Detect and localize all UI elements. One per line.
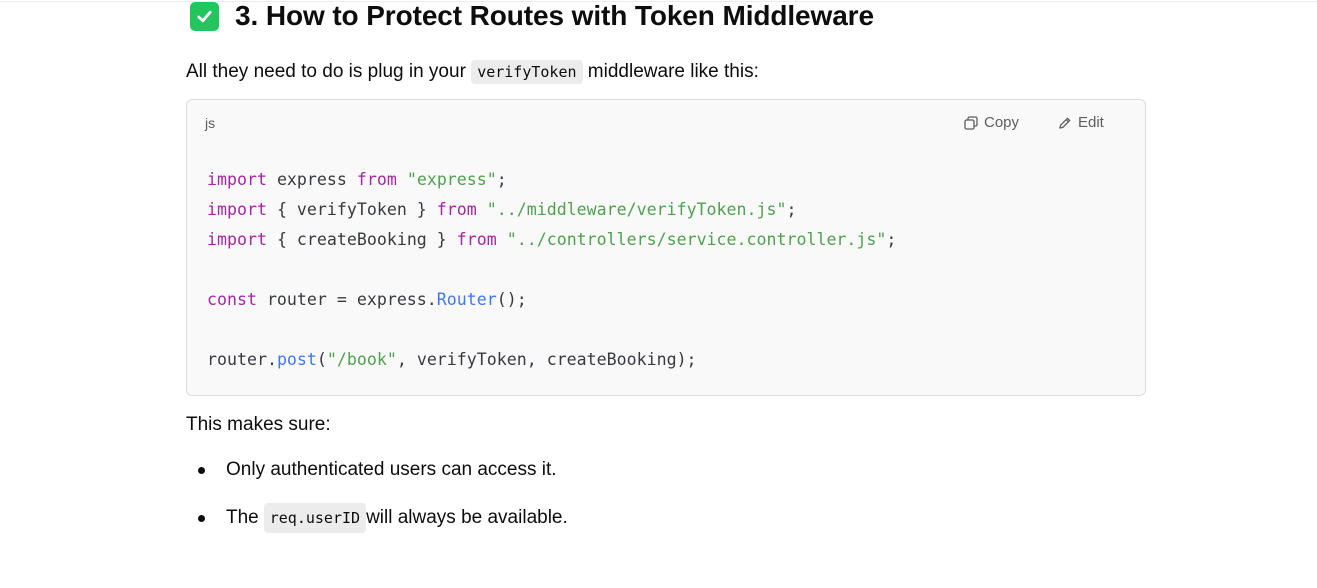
list-item: The req.userID will always be available.: [186, 503, 568, 533]
copy-icon: [964, 115, 978, 130]
copy-button[interactable]: Copy: [964, 114, 1019, 131]
code-token: { verifyToken }: [266, 200, 437, 219]
code-token: router.: [207, 350, 277, 369]
code-token: post: [276, 350, 317, 369]
code-token: "../middleware/verifyToken.js": [486, 200, 787, 219]
code-token: from: [356, 170, 397, 189]
code-token: import: [207, 230, 267, 249]
edit-button[interactable]: Edit: [1058, 114, 1104, 131]
code-token: from: [436, 200, 477, 219]
code-token: import: [207, 200, 267, 219]
inline-code-verifytoken: verifyToken: [471, 60, 583, 84]
intro-text-before: All they need to do is plug in your: [186, 61, 472, 82]
code-token: ();: [496, 290, 527, 309]
code-token: ;: [886, 230, 897, 249]
code-token: (: [316, 350, 327, 369]
code-token: "/book": [326, 350, 397, 369]
code-token: from: [456, 230, 497, 249]
bullet-text-before: The: [226, 507, 259, 528]
code-line: const router = express.Router();: [207, 288, 527, 312]
code-token: import: [207, 170, 267, 189]
code-token: Router: [436, 290, 497, 309]
intro-text-after: middleware like this:: [582, 61, 759, 82]
bullet-icon: [198, 514, 205, 522]
code-token: ;: [496, 170, 507, 189]
bullet-icon: [198, 466, 205, 474]
section-heading-text: 3. How to Protect Routes with Token Midd…: [235, 0, 874, 31]
code-language-label: js: [205, 115, 216, 131]
edit-label: Edit: [1078, 114, 1104, 131]
summary-text: This makes sure:: [186, 414, 331, 435]
code-line: import { verifyToken } from "../middlewa…: [207, 198, 796, 222]
code-token: { createBooking }: [266, 230, 457, 249]
code-token: express: [266, 170, 357, 189]
code-token: const: [207, 290, 257, 309]
code-token: "express": [406, 170, 497, 189]
intro-paragraph: All they need to do is plug in your veri…: [186, 60, 759, 84]
code-token: , verifyToken, createBooking);: [396, 350, 697, 369]
bullet-text-after: will always be available.: [366, 507, 568, 528]
bullet-text: Only authenticated users can access it.: [226, 459, 557, 480]
code-line: import { createBooking } from "../contro…: [207, 228, 896, 252]
code-token: router = express.: [256, 290, 437, 309]
list-item: Only authenticated users can access it.: [186, 458, 557, 482]
code-line: import express from "express";: [207, 168, 507, 192]
pencil-icon: [1059, 117, 1071, 129]
code-token: ;: [786, 200, 797, 219]
section-heading: 3. How to Protect Routes with Token Midd…: [190, 0, 874, 32]
code-token: "../controllers/service.controller.js": [506, 230, 887, 249]
check-box-icon: [190, 1, 219, 31]
inline-code-req-userid: req.userID: [263, 503, 367, 533]
code-line: router.post("/book", verifyToken, create…: [207, 348, 697, 372]
copy-label: Copy: [984, 114, 1020, 131]
